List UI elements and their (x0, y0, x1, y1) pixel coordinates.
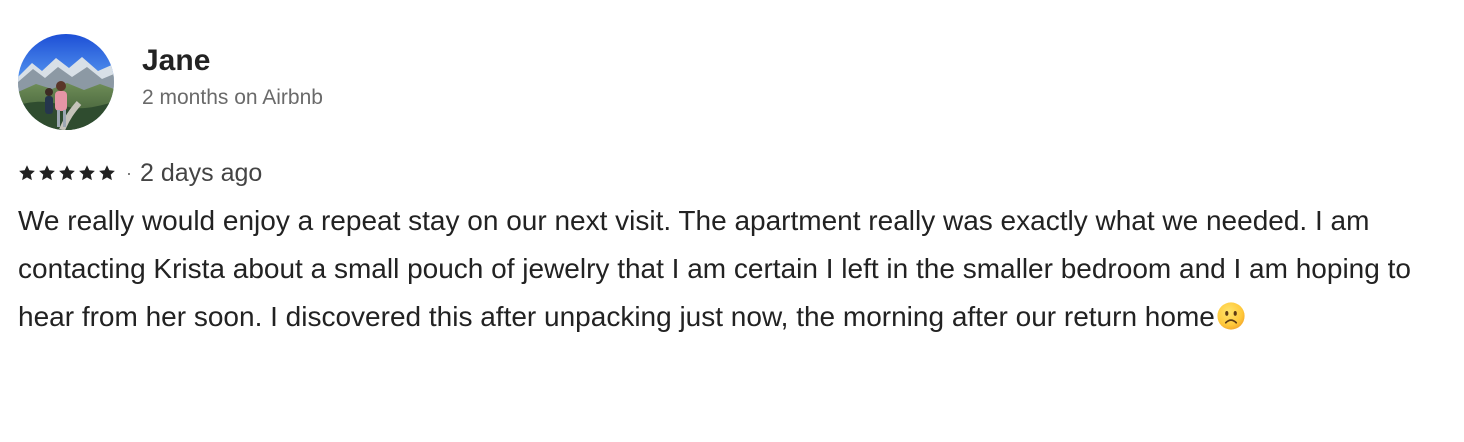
star-icon (99, 165, 115, 181)
star-icon (59, 165, 75, 181)
star-icon (79, 165, 95, 181)
star-rating (18, 164, 116, 182)
reviewer-name[interactable]: Jane (142, 43, 323, 79)
reviewer-tenure: 2 months on Airbnb (142, 86, 323, 109)
meta-separator: · (126, 163, 132, 183)
reviewer-info: Jane 2 months on Airbnb (142, 43, 323, 113)
review-card: Jane 2 months on Airbnb · 2 days ago We … (0, 0, 1464, 442)
review-meta: · 2 days ago (18, 156, 262, 190)
review-date: 2 days ago (140, 159, 263, 187)
review-text-block: We really would enjoy a repeat stay on o… (18, 197, 1438, 341)
frowning-face-icon (1217, 302, 1245, 330)
reviewer-avatar[interactable] (18, 34, 114, 130)
star-icon (39, 165, 55, 181)
reviewer-header: Jane 2 months on Airbnb (18, 34, 323, 130)
review-text: We really would enjoy a repeat stay on o… (18, 205, 1411, 332)
star-icon (19, 165, 35, 181)
avatar-photo-icon (18, 34, 114, 130)
